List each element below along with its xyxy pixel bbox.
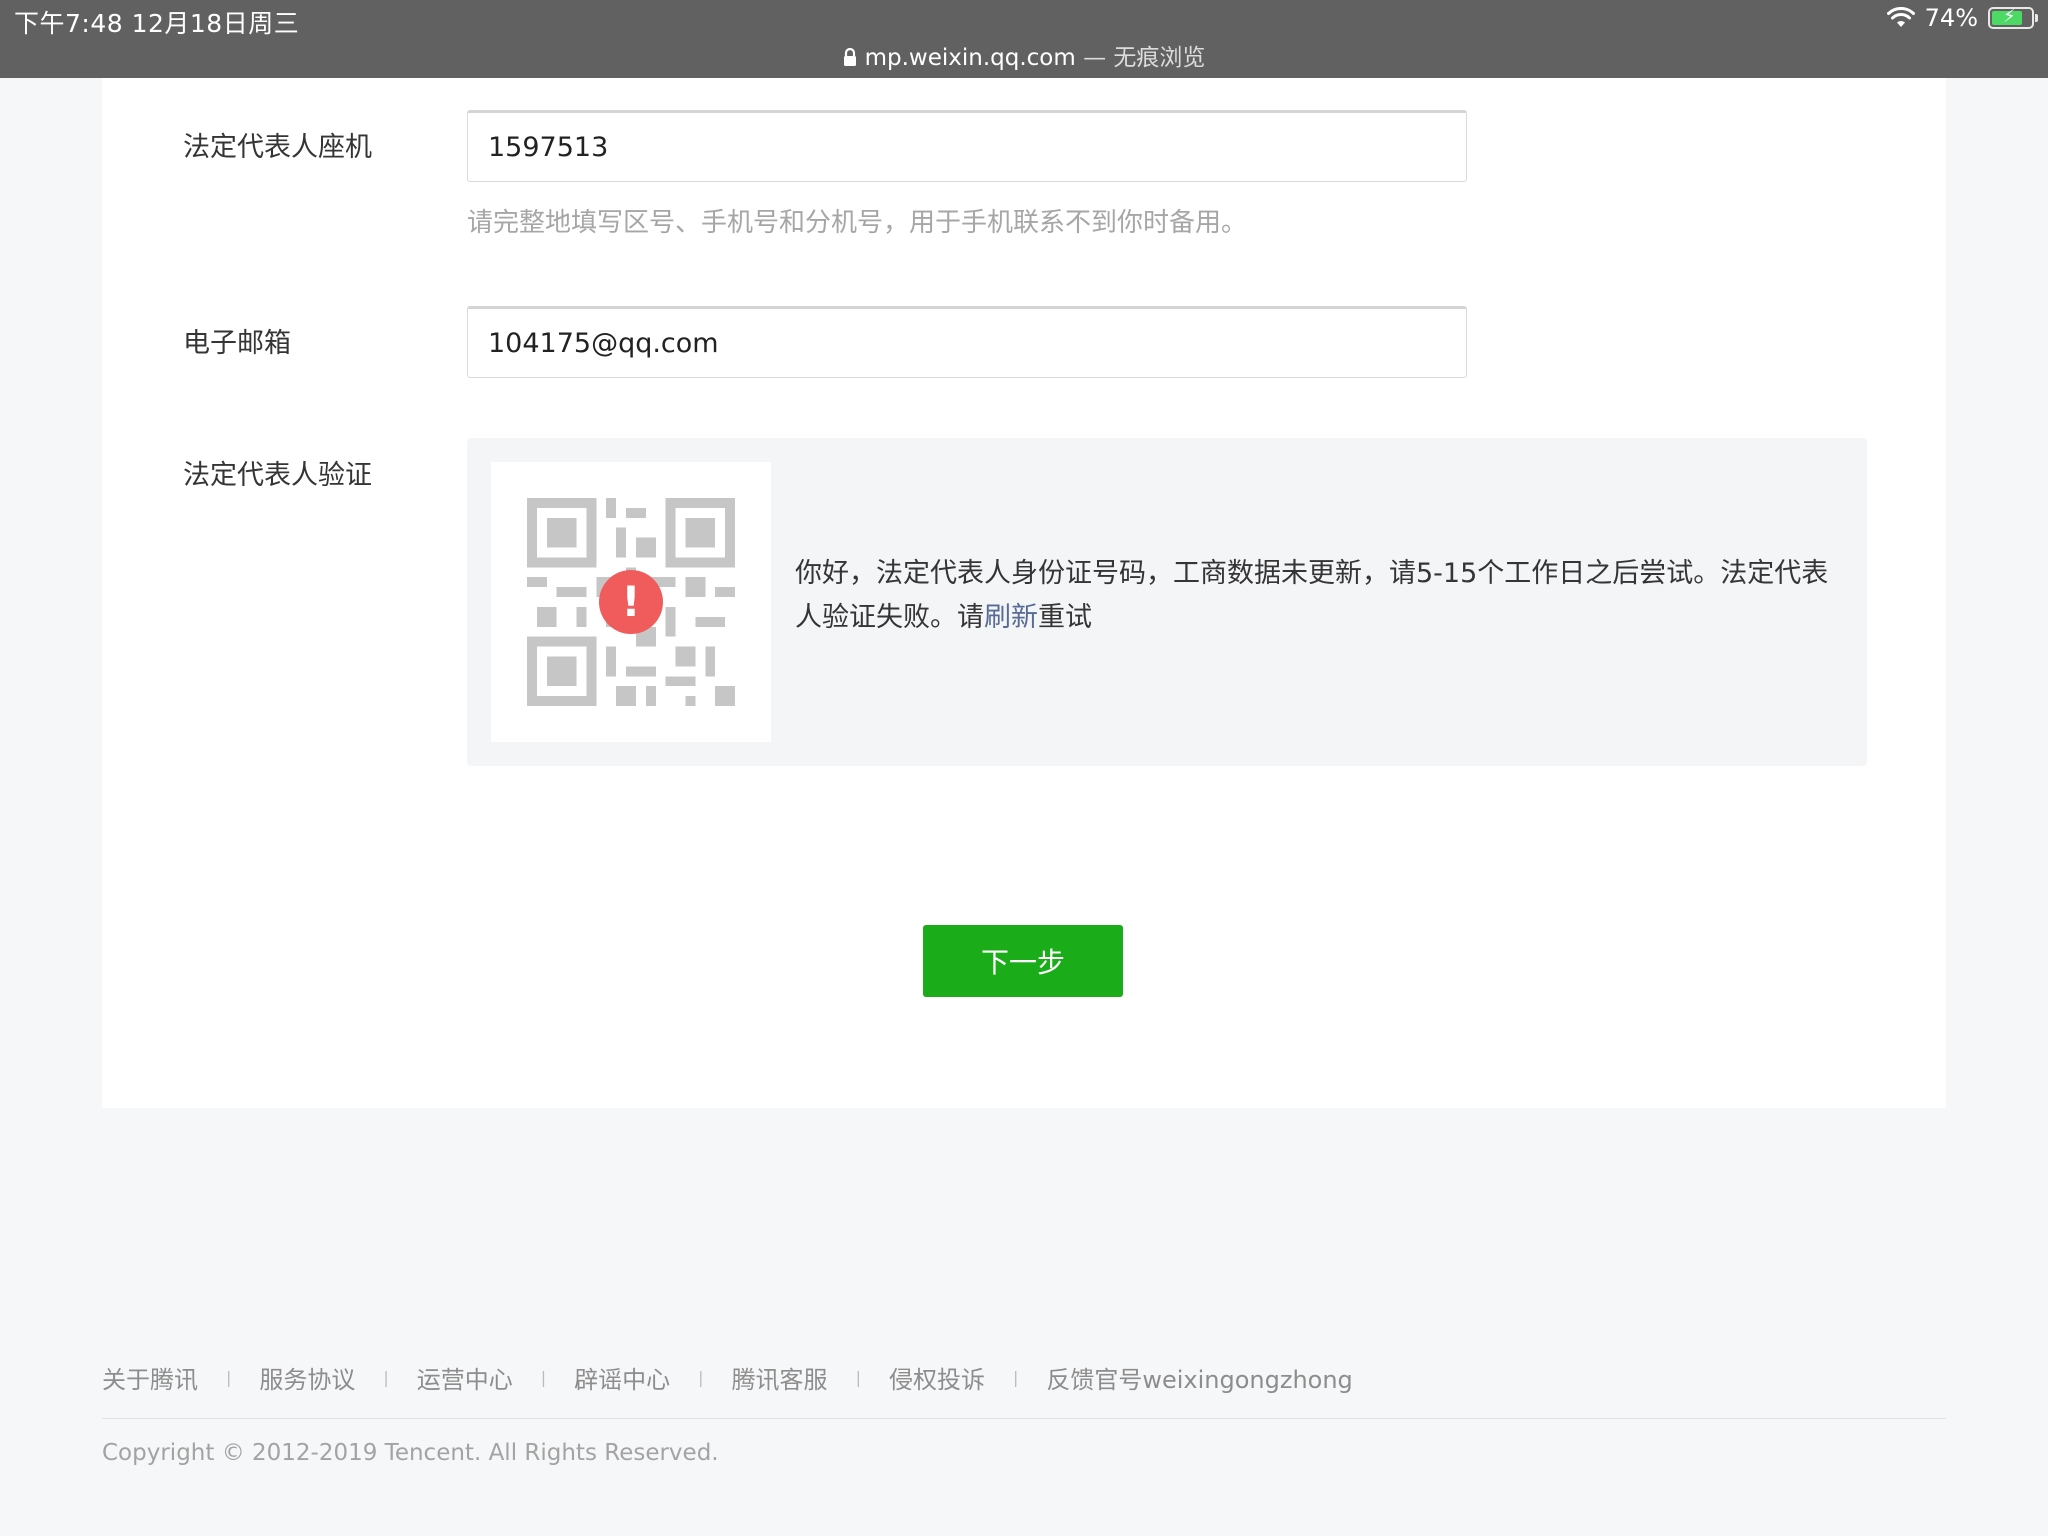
status-time: 下午7:48 12月18日周三 — [14, 9, 300, 38]
url-text: mp.weixin.qq.com — [864, 45, 1076, 71]
footer-link-about-tencent[interactable]: 关于腾讯 — [102, 1360, 198, 1395]
footer-link-rumor-center[interactable]: 辟谣中心 — [574, 1360, 670, 1395]
verification-message: 你好，法定代表人身份证号码，工商数据未更新，请5-15个工作日之后尝试。法定代表… — [795, 552, 1845, 640]
registration-form-card: 法定代表人座机 请完整地填写区号、手机号和分机号，用于手机联系不到你时备用。 电… — [102, 78, 1946, 1108]
address-bar[interactable]: mp.weixin.qq.com — 无痕浏览 — [0, 38, 2048, 73]
battery-percent: 74% — [1924, 4, 1978, 32]
footer-separator: | — [540, 1368, 547, 1387]
footer-separator: | — [226, 1368, 232, 1387]
footer-separator: | — [698, 1368, 704, 1387]
qr-code-frame: ! — [491, 462, 771, 742]
footer-separator: | — [383, 1368, 389, 1387]
footer-link-service-agreement[interactable]: 服务协议 — [259, 1360, 355, 1395]
footer-link-infringement[interactable]: 侵权投诉 — [889, 1360, 985, 1395]
verification-panel: ! 你好，法定代表人身份证号码，工商数据未更新，请5-15个工作日之后尝试。法定… — [467, 438, 1867, 766]
landline-hint: 请完整地填写区号、手机号和分机号，用于手机联系不到你时备用。 — [467, 208, 1248, 238]
status-indicators: 74% ⚡ — [1886, 4, 2038, 32]
footer-links: 关于腾讯 | 服务协议 | 运营中心 | 辟谣中心 | 腾讯客服 | 侵权投诉 … — [102, 1360, 1353, 1395]
browser-top-bar: 下午7:48 12月18日周三 74% ⚡ mp.weixin.qq.com —… — [0, 0, 2048, 78]
verification-label: 法定代表人验证 — [183, 460, 372, 491]
footer-link-feedback-account[interactable]: 反馈官号weixingongzhong — [1046, 1360, 1352, 1395]
copyright-text: Copyright © 2012-2019 Tencent. All Right… — [102, 1440, 719, 1466]
next-step-button[interactable]: 下一步 — [923, 925, 1123, 997]
landline-label: 法定代表人座机 — [183, 132, 372, 163]
footer-link-operations-center[interactable]: 运营中心 — [417, 1360, 513, 1395]
verification-message-suffix: 重试 — [1038, 602, 1092, 633]
email-input[interactable] — [467, 306, 1467, 378]
footer-divider — [102, 1418, 1946, 1419]
footer-link-customer-service[interactable]: 腾讯客服 — [732, 1360, 828, 1395]
verification-message-text: 你好，法定代表人身份证号码，工商数据未更新，请5-15个工作日之后尝试。法定代表… — [795, 558, 1829, 633]
wifi-icon — [1886, 7, 1915, 29]
email-label: 电子邮箱 — [183, 328, 291, 359]
footer-separator: | — [1012, 1368, 1019, 1387]
footer-separator: | — [855, 1368, 861, 1387]
private-mode-label: — 无痕浏览 — [1075, 45, 1206, 71]
landline-input[interactable] — [467, 110, 1467, 182]
lock-icon — [843, 47, 857, 73]
refresh-link[interactable]: 刷新 — [984, 602, 1038, 633]
battery-icon: ⚡ — [1988, 6, 2038, 29]
error-icon: ! — [599, 570, 663, 634]
